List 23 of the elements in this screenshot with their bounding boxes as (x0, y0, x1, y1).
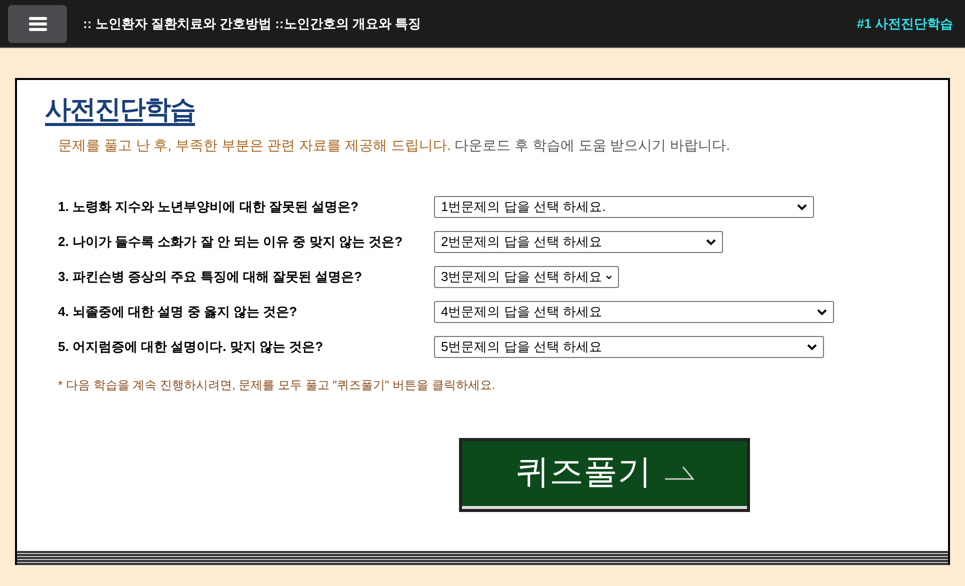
answer-select[interactable]: 3번문제의 답을 선택 하세요 (434, 266, 619, 288)
instruction-note: * 다음 학습을 계속 진행하시려면, 문제를 모두 풀고 "퀴즈풀기" 버튼을 클릭하세요. (58, 377, 496, 394)
chevron-down-icon (807, 344, 817, 350)
section-label: #1 사전진단학습 (856, 14, 953, 33)
panel-heading: 사전진단학습 (45, 95, 195, 126)
question-text: 5. 어지럼증에 대한 설명이다. 맞지 않는 것은? (58, 338, 324, 356)
answer-select[interactable]: 4번문제의 답을 선택 하세요 (434, 301, 834, 323)
answer-select[interactable]: 5번문제의 답을 선택 하세요 (434, 336, 824, 358)
chevron-down-icon (797, 204, 807, 210)
chevron-down-icon (606, 274, 612, 280)
question-text: 1. 노령화 지수와 노년부양비에 대한 잘못된 설명은? (58, 198, 360, 216)
answer-select[interactable]: 2번문제의 답을 선택 하세요 (434, 231, 723, 253)
intro-text: 문제를 풀고 난 후, 부족한 부분은 관련 자료를 제공해 드립니다. 다운로드 후 학습에 도움 받으시기 바랍니다. (58, 136, 732, 155)
chevron-down-icon (817, 308, 827, 316)
menu-icon (28, 16, 46, 30)
question-text: 3. 파킨슨병 증상의 주요 특징에 대해 잘못된 설명은? (58, 268, 364, 286)
menu-button[interactable] (8, 4, 67, 42)
answer-select[interactable]: 1번문제의 답을 선택 하세요. (434, 196, 814, 218)
page-title: :: 노인환자 질환치료와 간호방법 ::노인간호의 개요와 특징 (83, 14, 421, 33)
question-text: 2. 나이가 들수록 소화가 잘 안 되는 이유 중 맞지 않는 것은? (58, 233, 404, 252)
quiz-button[interactable]: 퀴즈풀기 (459, 438, 750, 512)
question-text: 4. 뇌졸중에 대한 설명 중 옳지 않는 것은? (58, 303, 298, 322)
chevron-down-icon (706, 238, 716, 246)
